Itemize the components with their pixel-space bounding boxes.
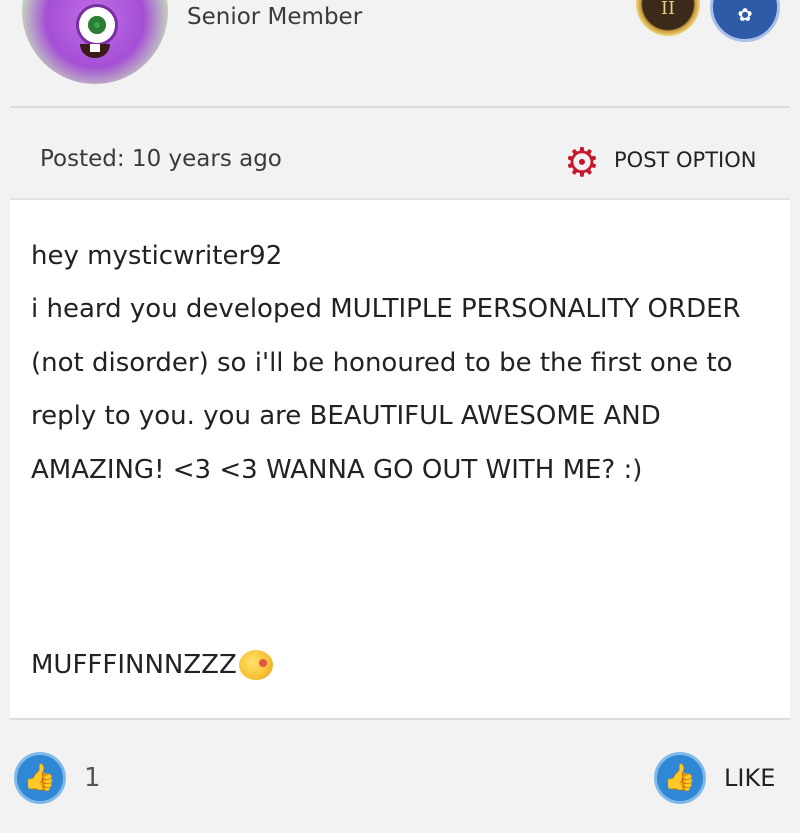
thumbs-up-icon: 👍 <box>14 752 66 804</box>
like-button[interactable]: 👍 LIKE <box>654 752 775 804</box>
gold-rank-badge: II <box>636 0 700 36</box>
gear-icon: ⚙ <box>564 140 600 186</box>
signoff-text: MUFFFINNNZZZ <box>31 650 237 680</box>
post-option-label: POST OPTION <box>614 148 757 172</box>
avatar-eye <box>76 4 118 46</box>
like-label: LIKE <box>724 764 776 792</box>
gold-badge-glyph: II <box>660 0 676 19</box>
avatar[interactable] <box>22 0 168 84</box>
community-badge: ✿ <box>710 0 780 42</box>
posted-time: Posted: 10 years ago <box>40 146 282 172</box>
thumbs-up-icon: 👍 <box>654 752 706 804</box>
member-role: Senior Member <box>187 4 363 30</box>
post-greeting: hey mysticwriter92 <box>31 241 283 271</box>
post-footer: 👍 1 👍 LIKE <box>0 722 800 833</box>
post-message: i heard you developed MULTIPLE PERSONALI… <box>31 294 741 485</box>
like-counter[interactable]: 👍 1 <box>14 752 101 804</box>
post-option-button[interactable]: ⚙ POST OPTION <box>564 140 757 186</box>
post-signoff: MUFFFINNNZZZ <box>31 650 273 680</box>
community-badge-icon: ✿ <box>737 5 753 26</box>
post-body: hey mysticwriter92 i heard you developed… <box>10 198 790 720</box>
avatar-tooth <box>90 44 100 52</box>
kissing-face-emoji-icon <box>238 650 273 680</box>
like-count: 1 <box>84 763 101 793</box>
author-header: Senior Member II ✿ <box>0 0 800 106</box>
